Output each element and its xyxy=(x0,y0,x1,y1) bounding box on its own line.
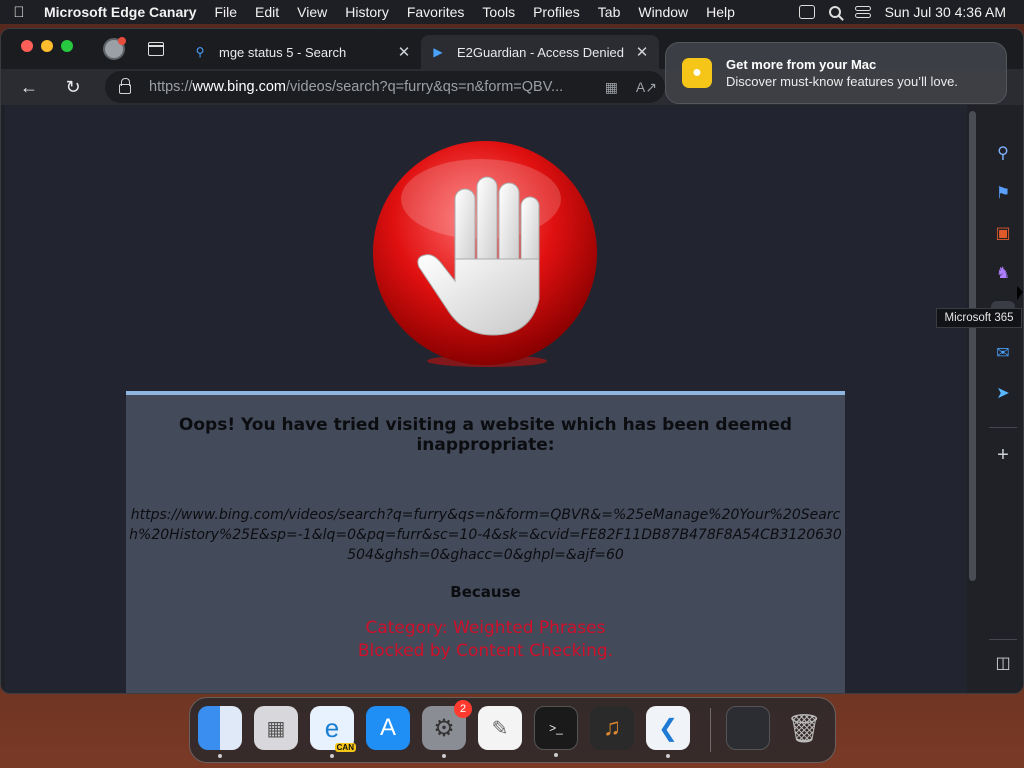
close-tab-icon[interactable]: ✕ xyxy=(635,43,649,61)
lightbulb-icon: ● xyxy=(682,58,712,88)
zoom-window-button[interactable] xyxy=(61,40,73,52)
shopping-tag-icon[interactable]: ⚑ xyxy=(991,181,1015,205)
notification-title: Get more from your Mac xyxy=(726,57,877,72)
window-controls xyxy=(21,40,73,52)
screen-mirroring-icon[interactable] xyxy=(798,5,815,19)
address-bar[interactable]: https:// www.bing.com /videos/search?q=f… xyxy=(105,71,665,103)
search-icon: ⚲ xyxy=(195,45,205,59)
app-available-icon[interactable]: ▦ xyxy=(605,79,618,96)
tab-actions-icon[interactable] xyxy=(148,42,164,56)
blocked-url: https://www.bing.com/videos/search?q=fur… xyxy=(129,507,842,563)
menu-help[interactable]: Help xyxy=(697,4,744,20)
mouse-cursor-icon xyxy=(1017,286,1023,300)
url-host: www.bing.com xyxy=(192,79,287,95)
menu-window[interactable]: Window xyxy=(629,4,697,20)
launchpad-icon[interactable]: ▦ xyxy=(254,706,298,750)
tab-search[interactable]: ⚲ mge status 5 - Search ✕ xyxy=(183,35,421,69)
finder-icon[interactable] xyxy=(198,706,242,758)
tab-title: E2Guardian - Access Denied xyxy=(457,44,624,60)
system-settings-icon[interactable]: ⚙ 2 xyxy=(422,700,472,758)
add-sidebar-app-icon[interactable]: + xyxy=(991,443,1015,467)
notification-badge: 2 xyxy=(454,700,472,718)
spotlight-icon[interactable] xyxy=(828,6,841,18)
scrollbar[interactable] xyxy=(969,111,976,581)
bing-icon: ▶ xyxy=(433,45,443,59)
menu-favorites[interactable]: Favorites xyxy=(398,4,474,20)
garageband-icon[interactable]: ♫ xyxy=(590,706,634,750)
trash-icon[interactable]: 🗑 xyxy=(782,706,826,750)
canary-badge: CAN xyxy=(334,743,356,752)
textedit-icon[interactable]: ✎ xyxy=(478,706,522,750)
games-icon[interactable]: ♞ xyxy=(991,261,1015,285)
menu-edit[interactable]: Edit xyxy=(246,4,288,20)
read-aloud-icon[interactable]: A↗ xyxy=(636,79,657,96)
menu-history[interactable]: History xyxy=(336,4,398,20)
page-title: Oops! You have tried visiting a website … xyxy=(178,415,793,455)
app-store-icon[interactable]: A xyxy=(366,706,410,750)
sidebar-search-icon[interactable]: ⚲ xyxy=(991,141,1015,165)
drop-send-icon[interactable]: ➤ xyxy=(991,381,1015,405)
control-center-icon[interactable] xyxy=(854,6,871,18)
menu-app-name[interactable]: Microsoft Edge Canary xyxy=(38,4,205,20)
notification-body: Discover must-know features you’ll love. xyxy=(726,74,958,89)
close-tab-icon[interactable]: ✕ xyxy=(397,43,411,61)
outlook-icon[interactable]: ✉ xyxy=(991,341,1015,365)
browser-window: ⚲ mge status 5 - Search ✕ ▶ E2Guardian -… xyxy=(0,28,1024,694)
menu-bar:  Microsoft Edge Canary File Edit View H… xyxy=(0,0,1024,24)
menu-tools[interactable]: Tools xyxy=(473,4,524,20)
tab-title: mge status 5 - Search xyxy=(219,44,347,60)
block-reason: Category: Weighted Phrases Blocked by Co… xyxy=(126,617,845,663)
menu-view[interactable]: View xyxy=(288,4,336,20)
back-icon[interactable]: ← xyxy=(17,75,41,99)
tab-access-denied[interactable]: ▶ E2Guardian - Access Denied ✕ xyxy=(421,35,659,69)
menu-file[interactable]: File xyxy=(205,4,246,20)
refresh-icon[interactable]: ↻ xyxy=(61,75,85,99)
edge-sidebar: ⚲ ⚑ ▣ ♞ ◆ ✉ ➤ + ◫ ⚙ xyxy=(981,105,1023,693)
dock-divider xyxy=(710,708,711,752)
stop-hand-icon xyxy=(373,141,597,367)
dock: ▦ e CAN A ⚙ 2 ✎ >_ ♫ ❮ 🗑 xyxy=(189,697,836,763)
block-method: Blocked by Content Checking. xyxy=(357,641,614,661)
close-window-button[interactable] xyxy=(21,40,33,52)
sidebar-divider xyxy=(989,639,1017,640)
lock-icon[interactable] xyxy=(119,78,131,94)
menu-clock[interactable]: Sun Jul 30 4:36 AM xyxy=(885,4,1006,20)
access-denied-panel: Oops! You have tried visiting a website … xyxy=(126,391,845,693)
sidebar-tooltip: Microsoft 365 xyxy=(936,308,1022,328)
hide-sidebar-icon[interactable]: ◫ xyxy=(991,651,1015,675)
profile-avatar-icon[interactable] xyxy=(103,37,126,60)
because-label: Because xyxy=(450,583,521,601)
terminal-icon[interactable]: >_ xyxy=(534,706,578,757)
sidebar-divider xyxy=(989,427,1017,428)
window-thumbnail-icon[interactable] xyxy=(726,706,770,750)
menu-profiles[interactable]: Profiles xyxy=(524,4,589,20)
vscode-icon[interactable]: ❮ xyxy=(646,706,690,758)
menu-tab[interactable]: Tab xyxy=(589,4,630,20)
apple-icon[interactable]:  xyxy=(0,4,38,21)
url-prefix: https:// xyxy=(149,79,193,95)
block-category: Category: Weighted Phrases xyxy=(365,618,606,638)
page-content: Oops! You have tried visiting a website … xyxy=(5,105,967,693)
url-path: /videos/search?q=furry&qs=n&form=QBV... xyxy=(286,79,564,95)
tools-briefcase-icon[interactable]: ▣ xyxy=(991,221,1015,245)
edge-canary-icon[interactable]: e CAN xyxy=(310,706,356,758)
system-notification[interactable]: ● Get more from your Mac Discover must-k… xyxy=(665,42,1007,104)
sidebar-settings-gear-icon[interactable]: ⚙ xyxy=(991,689,1015,693)
minimize-window-button[interactable] xyxy=(41,40,53,52)
